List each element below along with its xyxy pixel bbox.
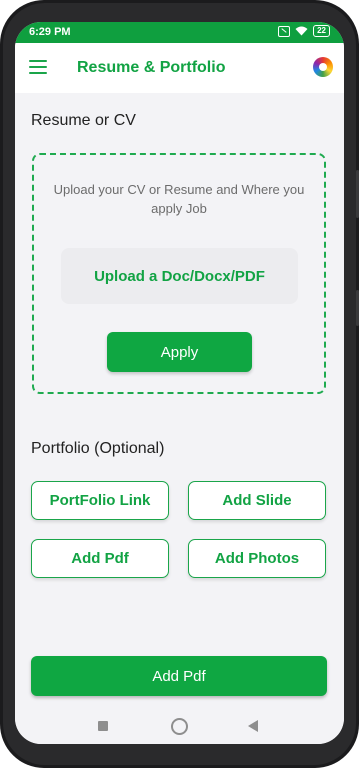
portfolio-section-title: Portfolio (Optional) — [31, 440, 165, 457]
add-slide-button[interactable]: Add Slide — [188, 481, 326, 520]
upload-hint-text: Upload your CV or Resume and Where you a… — [53, 182, 305, 216]
add-pdf-primary-button[interactable]: Add Pdf — [31, 656, 327, 696]
status-time: 6:29 PM — [29, 26, 71, 38]
apply-button[interactable]: Apply — [107, 332, 252, 372]
page-title: Resume & Portfolio — [77, 59, 226, 76]
battery-icon: 22 — [313, 25, 330, 37]
add-pdf-outline-button[interactable]: Add Pdf — [31, 539, 169, 578]
app-bar: Resume & Portfolio — [15, 43, 344, 93]
resume-section-title: Resume or CV — [31, 112, 136, 129]
upload-document-button[interactable]: Upload a Doc/Docx/PDF — [61, 248, 298, 304]
add-photos-button[interactable]: Add Photos — [188, 539, 326, 578]
resume-upload-area: Upload your CV or Resume and Where you a… — [32, 153, 326, 394]
system-nav-bar — [15, 709, 344, 744]
recent-apps-icon[interactable] — [98, 721, 108, 731]
no-sim-icon — [278, 25, 291, 37]
hamburger-menu-icon[interactable] — [29, 60, 47, 74]
phone-screen: 6:29 PM 22 Resume & Portfolio Resume or … — [15, 22, 344, 744]
status-icons: 22 — [278, 25, 330, 37]
portfolio-link-button[interactable]: PortFolio Link — [31, 481, 169, 520]
back-icon[interactable] — [248, 720, 258, 732]
status-bar: 6:29 PM 22 — [15, 22, 344, 43]
wifi-icon — [295, 26, 308, 36]
color-wheel-icon[interactable] — [313, 57, 333, 77]
home-icon[interactable] — [171, 718, 188, 735]
